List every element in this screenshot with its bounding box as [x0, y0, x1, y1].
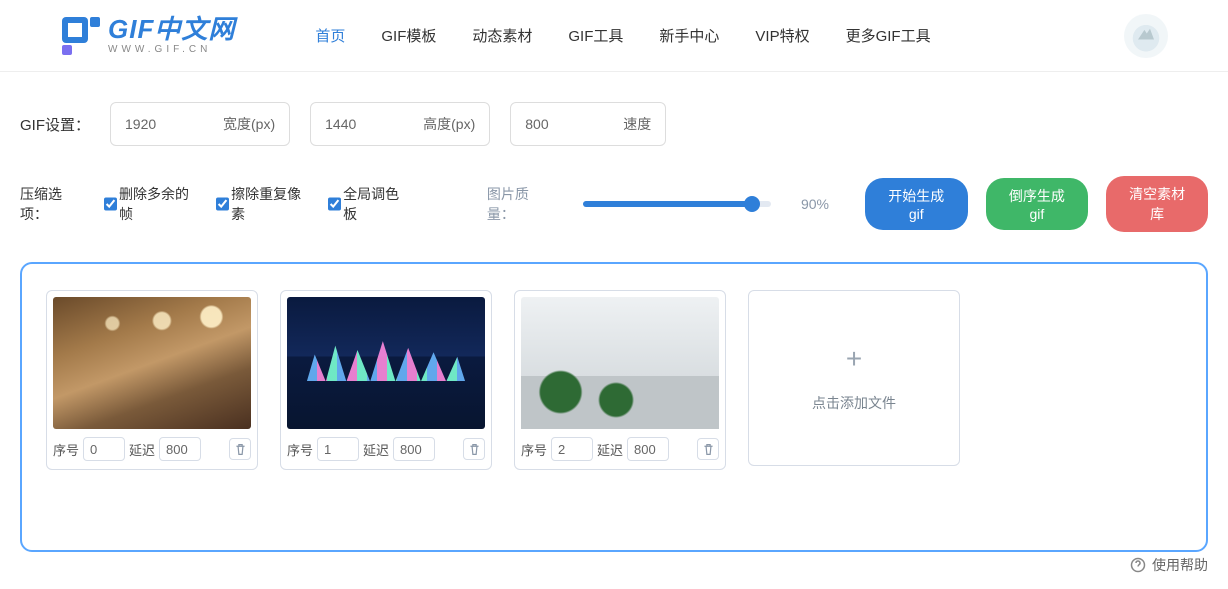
opt-erase-dup-label: 擦除重复像素 [231, 184, 310, 224]
width-suffix: 宽度(px) [223, 114, 275, 134]
quality-slider-thumb[interactable] [744, 196, 760, 212]
opt-erase-dup-checkbox[interactable] [216, 197, 229, 211]
logo-subtitle: WWW.GIF.CN [108, 44, 235, 55]
width-field[interactable]: 宽度(px) [110, 102, 290, 146]
question-circle-icon [1130, 557, 1146, 573]
start-generate-button[interactable]: 开始生成gif [865, 178, 968, 230]
opt-erase-dup[interactable]: 擦除重复像素 [216, 184, 310, 224]
nav-more-tools[interactable]: 更多GIF工具 [846, 25, 931, 46]
avatar[interactable] [1124, 14, 1168, 58]
frame-card[interactable]: 序号 延迟 [280, 290, 492, 470]
trash-icon [234, 443, 247, 456]
opt-remove-frames-label: 删除多余的帧 [119, 184, 198, 224]
nav: 首页 GIF模板 动态素材 GIF工具 新手中心 VIP特权 更多GIF工具 [315, 25, 1124, 46]
delete-frame-button[interactable] [463, 438, 485, 460]
trash-icon [468, 443, 481, 456]
delete-frame-button[interactable] [229, 438, 251, 460]
height-input[interactable] [325, 116, 397, 132]
delete-frame-button[interactable] [697, 438, 719, 460]
quality-slider[interactable] [583, 201, 771, 207]
add-file-card[interactable]: + 点击添加文件 [748, 290, 960, 466]
seq-label: 序号 [53, 440, 79, 459]
nav-tools[interactable]: GIF工具 [568, 25, 623, 46]
clear-assets-button[interactable]: 清空素材库 [1106, 176, 1208, 232]
gif-settings-row: GIF设置： 宽度(px) 高度(px) 速度 [0, 72, 1228, 156]
header-bar: GIF中文网 WWW.GIF.CN 首页 GIF模板 动态素材 GIF工具 新手… [0, 0, 1228, 72]
height-suffix: 高度(px) [423, 114, 475, 134]
speed-field[interactable]: 速度 [510, 102, 666, 146]
frame-thumbnail [53, 297, 251, 429]
reverse-generate-button[interactable]: 倒序生成gif [986, 178, 1089, 230]
gif-settings-label: GIF设置： [20, 114, 90, 135]
help-link[interactable]: 使用帮助 [1130, 555, 1208, 575]
frame-thumbnail [521, 297, 719, 429]
speed-input[interactable] [525, 116, 597, 132]
nav-help-center[interactable]: 新手中心 [659, 25, 719, 46]
options-row: 压缩选项： 删除多余的帧 擦除重复像素 全局调色板 图片质量： 90% 开始生成… [0, 156, 1228, 252]
nav-vip[interactable]: VIP特权 [755, 25, 809, 46]
seq-input[interactable] [317, 437, 359, 461]
delay-label: 延迟 [129, 440, 155, 459]
frame-canvas: 序号 延迟 序号 延迟 序号 延迟 [20, 262, 1208, 552]
speed-suffix: 速度 [623, 114, 651, 134]
logo-title: GIF中文网 [108, 16, 235, 42]
delay-label: 延迟 [597, 440, 623, 459]
frame-controls: 序号 延迟 [287, 437, 485, 461]
nav-home[interactable]: 首页 [315, 25, 345, 46]
nav-templates[interactable]: GIF模板 [381, 25, 436, 46]
plus-icon: + [846, 343, 862, 375]
frame-card[interactable]: 序号 延迟 [514, 290, 726, 470]
trash-icon [702, 443, 715, 456]
frame-controls: 序号 延迟 [521, 437, 719, 461]
quality-label: 图片质量： [487, 184, 553, 224]
seq-label: 序号 [287, 440, 313, 459]
compress-label: 压缩选项： [20, 184, 86, 224]
delay-input[interactable] [627, 437, 669, 461]
seq-label: 序号 [521, 440, 547, 459]
quality-slider-fill [583, 201, 752, 207]
delay-input[interactable] [159, 437, 201, 461]
opt-remove-frames-checkbox[interactable] [104, 197, 117, 211]
delay-label: 延迟 [363, 440, 389, 459]
seq-input[interactable] [551, 437, 593, 461]
quality-percent: 90% [801, 196, 829, 212]
opt-remove-frames[interactable]: 删除多余的帧 [104, 184, 198, 224]
width-input[interactable] [125, 116, 197, 132]
seq-input[interactable] [83, 437, 125, 461]
nav-assets[interactable]: 动态素材 [472, 25, 532, 46]
opt-global-palette-checkbox[interactable] [328, 197, 341, 211]
height-field[interactable]: 高度(px) [310, 102, 490, 146]
frame-thumbnail [287, 297, 485, 429]
frame-card[interactable]: 序号 延迟 [46, 290, 258, 470]
opt-global-palette[interactable]: 全局调色板 [328, 184, 409, 224]
opt-global-palette-label: 全局调色板 [343, 184, 409, 224]
help-label: 使用帮助 [1152, 555, 1208, 575]
logo[interactable]: GIF中文网 WWW.GIF.CN [60, 15, 235, 57]
logo-icon [60, 15, 102, 57]
add-file-label: 点击添加文件 [812, 393, 896, 413]
frame-controls: 序号 延迟 [53, 437, 251, 461]
delay-input[interactable] [393, 437, 435, 461]
